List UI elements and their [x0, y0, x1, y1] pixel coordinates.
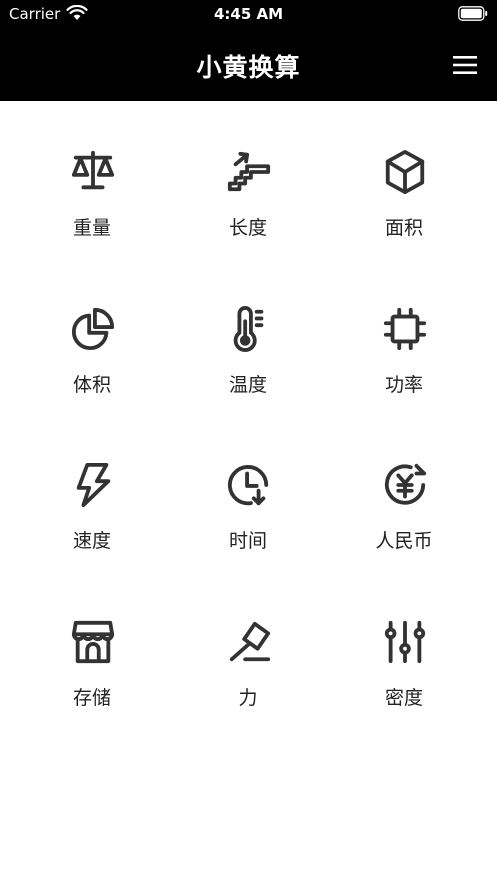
chip-icon [383, 307, 427, 351]
lightning-icon [76, 462, 111, 508]
category-currency[interactable]: 人民币 [326, 414, 482, 554]
category-power[interactable]: 功率 [326, 258, 482, 398]
category-volume[interactable]: 体积 [14, 258, 170, 398]
navigation-bar: 小黄换算 [0, 28, 497, 101]
escalator-icon [227, 151, 271, 192]
battery-icon [458, 6, 488, 21]
category-label: 温度 [228, 374, 267, 396]
category-temperature[interactable]: 温度 [170, 258, 326, 398]
status-time: 4:45 AM [213, 5, 284, 23]
storefront-icon [71, 620, 115, 664]
category-density[interactable]: 密度 [326, 571, 482, 711]
category-label: 时间 [228, 530, 267, 552]
clock-icon [227, 465, 269, 506]
category-speed[interactable]: 速度 [14, 414, 170, 554]
category-label: 存储 [72, 687, 111, 709]
thermometer-icon [233, 306, 264, 352]
page-title: 小黄换算 [196, 53, 301, 82]
cube-icon [385, 149, 425, 195]
hamburger-menu-icon [453, 56, 477, 74]
category-label: 长度 [228, 217, 267, 239]
category-label: 速度 [72, 530, 111, 552]
category-time[interactable]: 时间 [170, 414, 326, 554]
category-storage[interactable]: 存储 [14, 571, 170, 711]
sliders-icon [384, 620, 426, 664]
category-label: 功率 [384, 374, 423, 396]
category-length[interactable]: 长度 [170, 101, 326, 241]
scale-icon [71, 150, 115, 190]
category-label: 力 [238, 687, 258, 709]
category-label: 人民币 [375, 530, 433, 552]
category-label: 重量 [72, 217, 111, 239]
category-label: 密度 [384, 687, 423, 709]
pie-chart-icon [72, 307, 115, 350]
gavel-icon [229, 621, 271, 662]
category-label: 面积 [384, 217, 423, 239]
category-area[interactable]: 面积 [326, 101, 482, 241]
yuan-exchange-icon [384, 463, 427, 505]
category-force[interactable]: 力 [170, 571, 326, 711]
header: Carrier 4:45 AM 小黄换算 [0, 0, 497, 101]
menu-button[interactable] [443, 48, 487, 82]
category-grid: 重量 长度 面积 体积 温度 功率 速度 时间 人民币 存储 力 密度 [0, 101, 497, 883]
category-weight[interactable]: 重量 [14, 101, 170, 241]
category-label: 体积 [72, 374, 111, 396]
status-bar: Carrier 4:45 AM [0, 0, 497, 28]
